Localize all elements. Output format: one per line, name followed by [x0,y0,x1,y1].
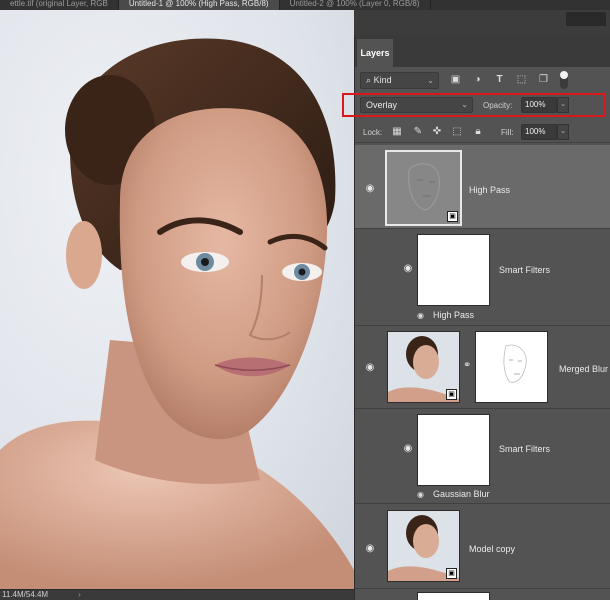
smart-filters-label: Smart Filters [499,444,551,454]
filter-name-high-pass[interactable]: High Pass [433,310,474,320]
lock-position-move-icon[interactable]: ✜ [431,126,443,138]
filter-kind-label: Kind [373,75,392,85]
layer-mask-thumbnail [475,331,548,403]
collapse-dock-button[interactable] [566,12,606,26]
blend-mode-select[interactable]: Overlay ⌄ [360,97,473,113]
document-tab-1[interactable]: ettle.tif (original Layer, RGB [0,0,119,10]
chevron-down-icon: ⌄ [461,100,468,109]
lock-image-brush-icon[interactable]: ✎ [412,126,424,138]
blend-row: Overlay ⌄ Opacity: 100% ⌄ [342,93,610,117]
lock-all-icon[interactable]: 🔒︎ [472,126,484,138]
document-tab-3[interactable]: Untitled-2 @ 100% (Layer 0, RGB/8) [280,0,431,10]
tab-layers[interactable]: Layers [357,39,393,67]
chevron-down-icon: ⌄ [427,76,434,85]
opacity-label: Opacity: [483,101,513,110]
smart-filters-row-2[interactable]: ◉ Smart Filters ◉ Gaussian Blur [355,410,610,504]
layer-filter-row: ⌕ Kind ⌄ ▣ ◑ T ⬚ ❐ [355,69,610,91]
layer-name[interactable]: Model copy [469,544,515,554]
eye-icon[interactable]: ◉ [364,184,376,194]
lock-transparency-icon[interactable]: ▦ [391,126,403,138]
status-bar: 11.4M/54.4M › [0,589,354,600]
shape-filter-icon[interactable]: ⬚ [515,74,528,86]
eye-icon[interactable]: ◉ [417,490,424,499]
lock-artboard-icon[interactable]: ⬚ [451,126,463,138]
opacity-chevron-down-icon[interactable]: ⌄ [557,97,569,113]
layers-panel: Layers ⌕ Kind ⌄ ▣ ◑ T ⬚ ❐ Overlay ⌄ Opac… [342,35,610,600]
layer-thumbnail: ▣ [387,510,460,582]
eye-icon[interactable]: ◉ [402,444,414,454]
smart-object-icon: ▣ [446,389,457,400]
smart-filters-row-1[interactable]: ◉ Smart Filters ◉ High Pass [355,230,610,326]
filter-toggle-switch[interactable] [560,71,568,89]
fill-input[interactable]: 100% [521,124,557,140]
eye-icon[interactable]: ◉ [402,264,414,274]
layer-thumbnail [417,592,490,600]
document-size: 11.4M/54.4M [2,590,49,599]
lock-label: Lock: [363,128,383,137]
layer-row-high-pass[interactable]: ◉ ▣ High Pass [355,145,610,229]
eye-icon[interactable]: ◉ [417,311,424,320]
mask-sketch [476,332,547,402]
lock-row: Lock: ▦ ✎ ✜ ⬚ 🔒︎ Fill: 100% ⌄ [355,121,610,143]
layer-thumbnail: ▣ [385,150,462,226]
layer-name[interactable]: Merged Blur [559,364,608,374]
smart-filter-mask-thumbnail [417,234,490,306]
document-tab-bar: ettle.tif (original Layer, RGB Untitled-… [0,0,610,10]
filter-kind-select[interactable]: ⌕ Kind ⌄ [360,72,439,89]
filter-name-gaussian-blur[interactable]: Gaussian Blur [433,489,490,499]
panel-tab-bar: Layers [355,35,610,67]
type-filter-icon[interactable]: T [493,74,506,86]
link-icon[interactable]: ⚭ [463,360,471,371]
fill-label: Fill: [501,128,514,137]
layer-name[interactable]: High Pass [469,185,510,195]
portrait-photo [0,38,354,589]
layer-thumbnail: ▣ [387,331,460,403]
eye-icon[interactable]: ◉ [364,544,376,554]
fill-chevron-down-icon[interactable]: ⌄ [557,124,569,140]
status-arrow-icon[interactable]: › [78,590,81,600]
smart-filters-label: Smart Filters [499,265,551,275]
layer-row-model-copy[interactable]: ◉ ▣ Model copy [355,505,610,589]
eye-icon[interactable]: ◉ [364,363,376,373]
document-tab-2[interactable]: Untitled-1 @ 100% (High Pass, RGB/8) [118,0,280,10]
smart-object-icon: ▣ [446,568,457,579]
adjustment-filter-icon[interactable]: ◑ [471,74,484,86]
blend-mode-value: Overlay [366,100,398,110]
smart-filter-mask-thumbnail [417,414,490,486]
next-layer-peek [355,590,610,600]
smart-object-icon: ▣ [447,211,458,222]
image-canvas[interactable] [0,10,354,589]
opacity-input[interactable]: 100% [521,97,557,113]
pixel-filter-icon[interactable]: ▣ [449,74,462,86]
layer-row-merged-blur[interactable]: ◉ ▣ ⚭ Merged Blur [355,327,610,409]
search-icon: ⌕ [366,75,372,85]
smart-object-filter-icon[interactable]: ❐ [537,74,550,86]
